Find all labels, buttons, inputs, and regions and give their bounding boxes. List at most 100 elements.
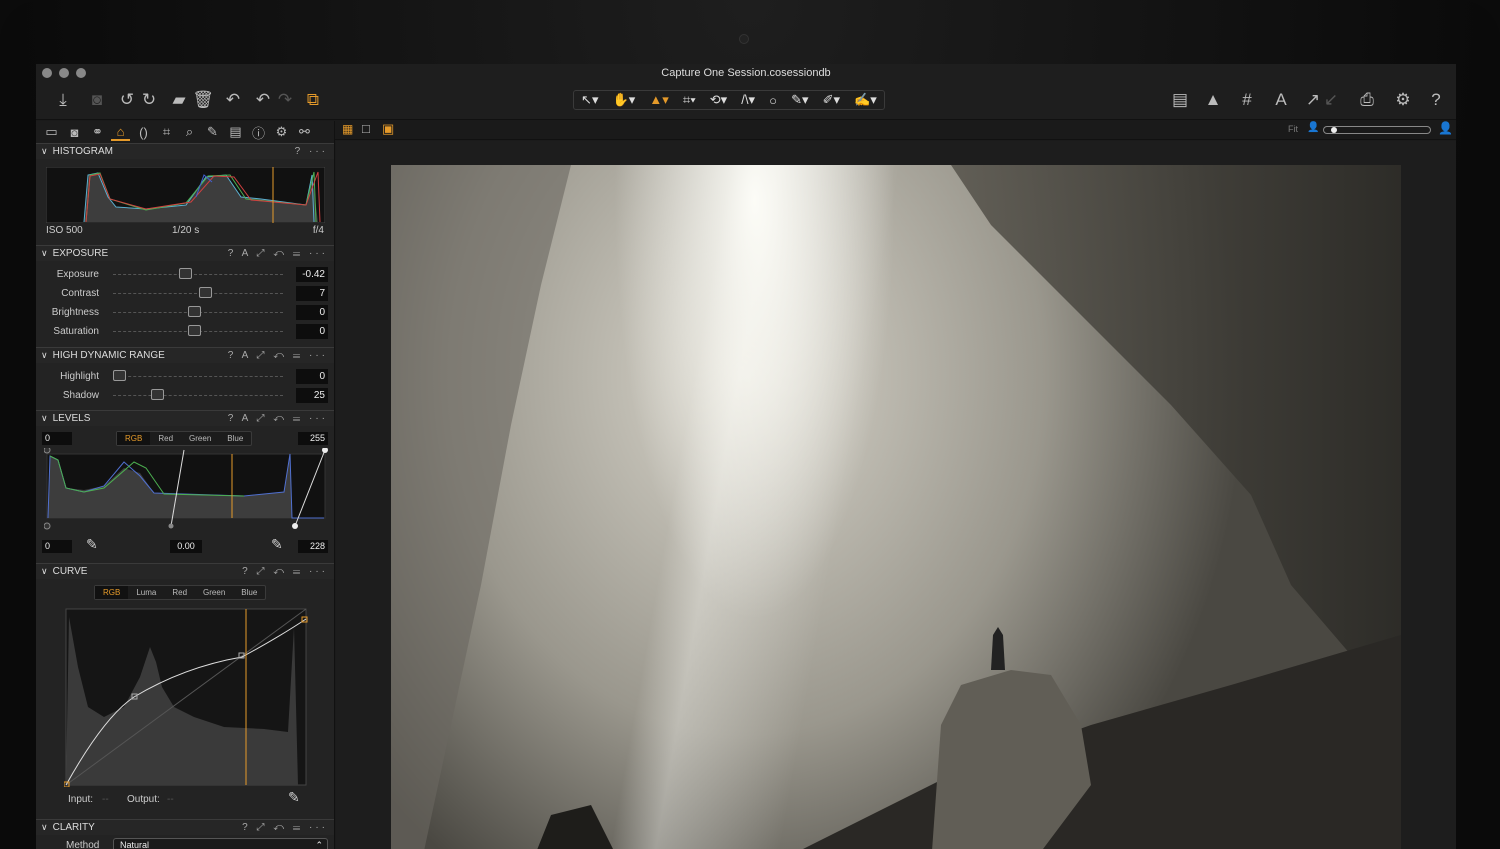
grid-icon[interactable]: # [1236,90,1258,110]
exposure-tab-icon[interactable]: ⌂ [111,124,130,141]
slider-handle[interactable] [113,370,126,381]
slider-handle[interactable] [188,306,201,317]
rotate-right-icon[interactable]: ↻ [138,90,160,110]
clarity-method-select[interactable]: Natural ⌃ [113,838,328,849]
exposure-warning-icon[interactable]: ▲ [1202,90,1224,110]
levels-channel-rgb[interactable]: RGB [117,432,151,445]
exposure-header[interactable]: ∨ EXPOSURE ? A ⤢ ↶ ☰ ··· [36,245,334,261]
levels-input-low[interactable]: 0 [42,432,72,445]
color-tab-icon[interactable]: ⚭ [88,124,107,140]
curve-chart[interactable] [64,607,308,787]
clarity-actions[interactable]: ? ⤢ ↶ ☰ ··· [242,822,328,833]
details-tab-icon[interactable]: ⌕ [180,124,199,140]
import-icon[interactable]: ⤓ [52,90,74,110]
grid-view-icon[interactable]: ▦ [342,122,353,136]
curve-picker-icon[interactable]: ✎ [288,789,300,806]
slider-track[interactable] [113,376,283,377]
reset-icon[interactable]: ↶ [222,90,244,110]
curve-channel-red[interactable]: Red [164,586,195,599]
library-tab-icon[interactable]: ▭ [42,124,61,140]
help-icon[interactable]: ? [1425,90,1447,110]
minimize-button[interactable] [59,68,69,78]
brush-tool-icon[interactable]: ✎▾ [791,92,808,108]
zoom-button[interactable] [76,68,86,78]
local-adjustments-tab-icon[interactable]: ✎ [203,124,222,140]
exposure-actions[interactable]: ? A ⤢ ↶ ☰ ··· [228,248,328,259]
slider-value[interactable]: 0 [296,305,328,320]
rotate-left-icon[interactable]: ↺ [116,90,138,110]
levels-channel-blue[interactable]: Blue [219,432,251,445]
slider-value[interactable]: 25 [296,388,328,403]
single-view-icon[interactable]: □ [362,121,370,136]
hdr-header[interactable]: ∨ HIGH DYNAMIC RANGE ? A ⤢ ↶ ☰ ··· [36,347,334,363]
levels-actions[interactable]: ? A ⤢ ↶ ☰ ··· [228,413,328,424]
levels-output-low[interactable]: 0 [42,540,72,553]
curve-channel-luma[interactable]: Luma [128,586,164,599]
pan-tool-icon[interactable]: ✋▾ [613,92,636,108]
levels-channel-green[interactable]: Green [181,432,219,445]
levels-channel-red[interactable]: Red [150,432,181,445]
histogram-actions[interactable]: ? ··· [295,146,328,157]
levels-output-high-handle[interactable] [292,523,298,529]
curve-channel-blue[interactable]: Blue [233,586,265,599]
spot-tool-icon[interactable]: ○ [769,93,777,108]
slider-value[interactable]: 7 [296,286,328,301]
levels-midpoint-handle[interactable] [168,523,174,529]
capture-tab-icon[interactable]: ◙ [65,125,84,140]
levels-input-low-handle[interactable] [44,448,51,454]
zoom-out-icon[interactable]: 👤 [1307,122,1319,133]
clarity-header[interactable]: ∨ CLARITY ? ⤢ ↶ ☰ ··· [36,819,334,835]
metadata-tab-icon[interactable]: ▤ [226,124,245,140]
crop-tool-icon[interactable]: ⌗▾ [683,92,696,108]
picker-tool-icon[interactable]: ✐▾ [823,92,840,108]
select-tool-icon[interactable]: ↖▾ [581,92,598,108]
rotate-tool-icon[interactable]: ⟲▾ [710,92,727,108]
zoom-slider[interactable] [1323,126,1431,134]
crop-tab-icon[interactable]: ⌗ [157,124,176,140]
batch-tab-icon[interactable]: ⚯ [295,124,314,140]
hdr-actions[interactable]: ? A ⤢ ↶ ☰ ··· [228,350,328,361]
slider-handle[interactable] [150,389,164,400]
slider-handle[interactable] [198,287,212,298]
levels-output-high[interactable]: 228 [298,540,328,553]
undo-icon[interactable]: ↶ [252,90,274,110]
apply-icon[interactable]: ↙ [1320,90,1342,110]
curve-channel-green[interactable]: Green [195,586,233,599]
info-tab-icon[interactable]: ⓘ [249,123,268,142]
zoom-in-icon[interactable]: 👤 [1438,121,1453,135]
levels-header[interactable]: ∨ LEVELS ? A ⤢ ↶ ☰ ··· [36,410,334,426]
slider-track[interactable] [113,395,283,396]
levels-output-low-handle[interactable] [44,522,51,530]
lens-tab-icon[interactable]: () [134,125,153,140]
histogram-header[interactable]: ∨ HISTOGRAM ? ··· [36,143,334,159]
trash-icon[interactable]: 🗑 [192,90,214,110]
curve-channel-rgb[interactable]: RGB [95,586,129,599]
copy-adjustments-icon[interactable]: ⧉ [302,90,324,110]
slider-value[interactable]: 0 [296,324,328,339]
move-to-folder-icon[interactable]: ▰ [168,90,190,110]
black-picker-icon[interactable]: ✎ [86,536,98,553]
cave-photo[interactable] [391,165,1401,849]
proof-view-icon[interactable]: ▣ [382,121,394,137]
loupe-tool-icon[interactable]: ▲▾ [649,92,668,108]
redo-icon[interactable]: ↷ [274,90,296,110]
levels-input-high-handle[interactable] [322,448,328,453]
curve-header[interactable]: ∨ CURVE ? ⤢ ↶ ☰ ··· [36,563,334,579]
layout-icon[interactable]: ▤ [1169,90,1191,110]
slider-value[interactable]: 0 [296,369,328,384]
output-tab-icon[interactable]: ⚙ [272,124,291,140]
capture-icon[interactable]: ◙ [86,90,108,110]
close-button[interactable] [42,68,52,78]
levels-input-high[interactable]: 255 [298,432,328,445]
slider-track[interactable] [113,274,283,275]
keystone-tool-icon[interactable]: /\▾ [741,92,755,108]
white-picker-icon[interactable]: ✎ [271,536,283,553]
zoom-slider-knob[interactable] [1331,127,1337,133]
slider-handle[interactable] [188,325,201,336]
slider-handle[interactable] [179,268,192,279]
text-overlay-icon[interactable]: A [1270,90,1292,110]
print-icon[interactable]: ⎙ [1356,90,1378,110]
levels-midpoint[interactable]: 0.00 [170,540,202,553]
annotate-tool-icon[interactable]: ✍▾ [854,92,877,108]
slider-value[interactable]: -0.42 [296,267,328,282]
